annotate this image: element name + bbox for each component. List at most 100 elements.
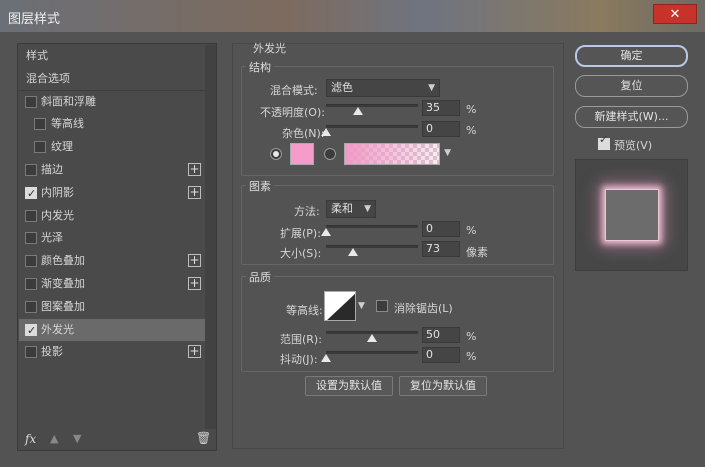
jitter-input[interactable]: 0 bbox=[422, 347, 460, 363]
reset-default-button[interactable]: 复位为默认值 bbox=[399, 376, 487, 396]
spread-input[interactable]: 0 bbox=[422, 221, 460, 237]
style-label: 等高线 bbox=[51, 117, 84, 131]
add-style-icon[interactable]: + bbox=[188, 254, 201, 268]
opacity-label: 不透明度(O): bbox=[260, 106, 325, 119]
styles-list-item[interactable]: 混合选项 bbox=[19, 68, 205, 90]
gradient-picker[interactable]: ▼ bbox=[344, 143, 451, 165]
blend-mode-select[interactable]: 滤色 ▼ bbox=[326, 79, 440, 97]
antialias-checkbox[interactable] bbox=[376, 300, 388, 312]
noise-label: 杂色(N): bbox=[282, 127, 325, 140]
preview-thumbnail bbox=[575, 159, 688, 271]
contour-picker[interactable] bbox=[324, 291, 356, 321]
style-label: 内阴影 bbox=[41, 185, 74, 199]
styles-list-item[interactable]: 描边 + bbox=[19, 159, 205, 181]
style-checkbox[interactable] bbox=[25, 232, 37, 245]
jitter-slider-track[interactable] bbox=[326, 351, 418, 354]
noise-unit: % bbox=[466, 124, 477, 137]
style-label: 外发光 bbox=[41, 322, 74, 336]
add-style-icon[interactable]: + bbox=[188, 185, 201, 199]
chevron-down-icon: ▼ bbox=[364, 204, 371, 214]
style-checkbox[interactable] bbox=[25, 164, 37, 176]
quality-group-title: 品质 bbox=[246, 269, 274, 285]
styles-list-item[interactable]: 内发光 bbox=[19, 205, 205, 227]
spread-unit: % bbox=[466, 224, 477, 237]
chevron-down-icon: ▼ bbox=[428, 83, 435, 93]
style-checkbox[interactable] bbox=[34, 141, 46, 154]
spread-slider-track[interactable] bbox=[326, 225, 418, 228]
style-checkbox[interactable] bbox=[25, 255, 37, 268]
styles-list-item[interactable]: 渐变叠加 + bbox=[19, 273, 205, 295]
close-button[interactable]: ✕ bbox=[653, 4, 697, 24]
styles-list-item[interactable]: 投影 + bbox=[19, 341, 205, 363]
make-default-button[interactable]: 设置为默认值 bbox=[305, 376, 393, 396]
new-style-button[interactable]: 新建样式(W)... bbox=[575, 106, 688, 128]
opacity-slider-thumb[interactable] bbox=[353, 107, 364, 115]
size-slider-track[interactable] bbox=[326, 245, 418, 248]
styles-list-item[interactable]: 内阴影 + bbox=[19, 182, 205, 205]
range-input[interactable]: 50 bbox=[422, 327, 460, 343]
add-style-icon[interactable]: + bbox=[188, 277, 201, 290]
opacity-input[interactable]: 35 bbox=[422, 100, 460, 116]
styles-list-item[interactable]: 样式 bbox=[19, 45, 205, 67]
preview-checkbox[interactable] bbox=[598, 133, 610, 150]
spread-label: 扩展(P): bbox=[280, 227, 321, 240]
style-checkbox[interactable] bbox=[25, 95, 37, 108]
style-checkbox[interactable] bbox=[25, 183, 37, 205]
trash-icon[interactable]: 🗑 bbox=[196, 431, 211, 445]
styles-list-item[interactable]: 光泽 bbox=[19, 227, 205, 249]
chevron-down-icon[interactable]: ▼ bbox=[444, 148, 451, 158]
styles-list-item[interactable]: 外发光 bbox=[19, 318, 205, 342]
add-style-icon[interactable]: + bbox=[188, 163, 201, 176]
elements-group-title: 图素 bbox=[246, 178, 274, 194]
style-checkbox[interactable] bbox=[25, 320, 37, 342]
style-label: 内发光 bbox=[41, 208, 74, 222]
styles-list-scrollbar[interactable] bbox=[205, 45, 216, 429]
fx-icon[interactable]: fx bbox=[25, 432, 36, 446]
title-bar: 图层样式 ✕ bbox=[0, 0, 705, 32]
noise-input[interactable]: 0 bbox=[422, 121, 460, 137]
antialias-label: 消除锯齿(L) bbox=[394, 302, 453, 315]
style-checkbox[interactable] bbox=[25, 300, 37, 313]
opacity-slider-track[interactable] bbox=[326, 104, 418, 107]
style-label: 样式 bbox=[26, 49, 48, 62]
gradient-radio[interactable] bbox=[324, 148, 336, 160]
jitter-unit: % bbox=[466, 350, 477, 363]
size-slider-thumb[interactable] bbox=[347, 248, 358, 256]
style-label: 图案叠加 bbox=[41, 299, 85, 313]
range-slider-thumb[interactable] bbox=[367, 334, 377, 342]
style-label: 投影 bbox=[41, 345, 63, 359]
reset-button[interactable]: 复位 bbox=[575, 75, 688, 97]
spread-slider-thumb[interactable] bbox=[321, 228, 331, 236]
ok-button[interactable]: 确定 bbox=[575, 45, 688, 67]
style-checkbox[interactable] bbox=[34, 118, 46, 131]
solid-color-radio[interactable] bbox=[270, 148, 282, 160]
styles-list-item[interactable]: 等高线 bbox=[19, 113, 205, 135]
noise-slider-track[interactable] bbox=[326, 125, 418, 128]
glow-color-swatch[interactable] bbox=[290, 143, 314, 165]
styles-list-item[interactable]: 斜面和浮雕 bbox=[19, 91, 205, 113]
style-checkbox[interactable] bbox=[25, 346, 37, 359]
technique-select[interactable]: 柔和 ▼ bbox=[326, 200, 376, 218]
jitter-slider-thumb[interactable] bbox=[321, 354, 331, 362]
styles-list-item[interactable]: 图案叠加 bbox=[19, 296, 205, 318]
add-style-icon[interactable]: + bbox=[188, 345, 201, 359]
style-label: 纹理 bbox=[51, 140, 73, 154]
move-up-icon[interactable]: ▲ bbox=[50, 432, 58, 445]
blend-mode-value: 滤色 bbox=[331, 81, 353, 94]
style-checkbox[interactable] bbox=[25, 209, 37, 222]
move-down-icon[interactable]: ▼ bbox=[73, 432, 81, 445]
styles-list-item[interactable]: 颜色叠加 + bbox=[19, 250, 205, 272]
size-input[interactable]: 73 bbox=[422, 241, 460, 257]
chevron-down-icon[interactable]: ▼ bbox=[358, 301, 365, 311]
style-label: 光泽 bbox=[41, 231, 63, 245]
style-checkbox[interactable] bbox=[25, 278, 37, 290]
structure-group-title: 结构 bbox=[246, 59, 274, 75]
technique-label: 方法: bbox=[294, 205, 320, 218]
structure-group: 结构 混合模式: 滤色 ▼ 不透明度(O): 35 % 杂色(N): 0 % ▼ bbox=[241, 59, 554, 176]
outer-glow-settings: 外发光 结构 混合模式: 滤色 ▼ 不透明度(O): 35 % 杂色(N): 0… bbox=[232, 42, 564, 449]
noise-slider-thumb[interactable] bbox=[321, 128, 331, 136]
window-title: 图层样式 bbox=[8, 12, 61, 27]
elements-group: 图素 方法: 柔和 ▼ 扩展(P): 0 % 大小(S): 73 像素 bbox=[241, 178, 554, 265]
styles-list-item[interactable]: 纹理 bbox=[19, 136, 205, 158]
jitter-label: 抖动(J): bbox=[280, 353, 318, 366]
